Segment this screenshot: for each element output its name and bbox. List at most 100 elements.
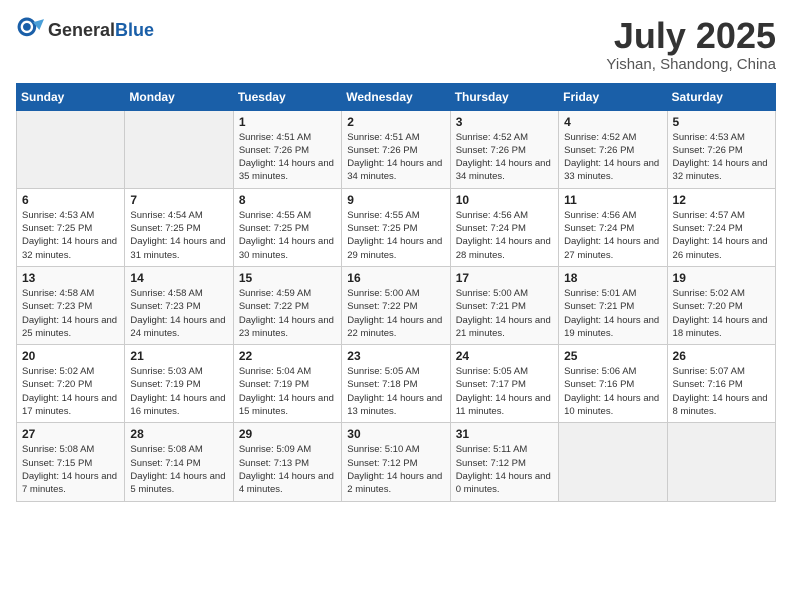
day-number: 24 [456,349,553,363]
calendar-cell: 5 Sunrise: 4:53 AMSunset: 7:26 PMDaylight… [667,110,775,188]
calendar-cell: 28Sunrise: 5:08 AMSunset: 7:14 PMDayligh… [125,423,233,501]
weekday-header: Sunday [17,83,125,110]
calendar-cell [125,110,233,188]
calendar-week-row: 1Sunrise: 4:51 AMSunset: 7:26 PMDaylight… [17,110,776,188]
location-subtitle: Yishan, Shandong, China [606,56,776,73]
title-block: July 2025 Yishan, Shandong, China [606,16,776,73]
calendar-body: 1Sunrise: 4:51 AMSunset: 7:26 PMDaylight… [17,110,776,501]
calendar-cell: 27 Sunrise: 5:08 AMSunset: 7:15 PMDayligh… [17,423,125,501]
day-detail: Sunrise: 4:57 AMSunset: 7:24 PMDaylight:… [673,209,770,262]
day-number: 18 [564,271,661,285]
calendar-cell: 20Sunrise: 5:02 AMSunset: 7:20 PMDayligh… [17,345,125,423]
day-detail: Sunrise: 4:55 AMSunset: 7:25 PMDaylight:… [347,209,444,262]
calendar-cell: 2 Sunrise: 4:51 AMSunset: 7:26 PMDaylight… [342,110,450,188]
calendar-cell [667,423,775,501]
day-detail: Sunrise: 5:01 AMSunset: 7:21 PMDaylight:… [564,287,661,340]
calendar-cell: 15 Sunrise: 4:59 AMSunset: 7:22 PMDayligh… [233,266,341,344]
calendar-cell: 30 Sunrise: 5:10 AMSunset: 7:12 PMDayligh… [342,423,450,501]
day-number: 31 [456,427,553,441]
logo: GeneralBlue [16,16,154,44]
day-detail: Sunrise: 5:02 AMSunset: 7:20 PMDaylight:… [22,365,119,418]
calendar-cell: 22Sunrise: 5:04 AMSunset: 7:19 PMDayligh… [233,345,341,423]
page-header: GeneralBlue July 2025 Yishan, Shandong, … [16,16,776,73]
calendar-cell: 21 Sunrise: 5:03 AMSunset: 7:19 PMDayligh… [125,345,233,423]
calendar-week-row: 27 Sunrise: 5:08 AMSunset: 7:15 PMDayligh… [17,423,776,501]
day-detail: Sunrise: 4:59 AMSunset: 7:22 PMDaylight:… [239,287,336,340]
weekday-row: SundayMondayTuesdayWednesdayThursdayFrid… [17,83,776,110]
month-title: July 2025 [606,16,776,56]
weekday-header: Saturday [667,83,775,110]
day-number: 12 [673,193,770,207]
day-detail: Sunrise: 5:10 AMSunset: 7:12 PMDaylight:… [347,443,444,496]
day-number: 9 [347,193,444,207]
weekday-header: Tuesday [233,83,341,110]
weekday-header: Monday [125,83,233,110]
day-detail: Sunrise: 5:11 AMSunset: 7:12 PMDaylight:… [456,443,553,496]
calendar-cell: 9 Sunrise: 4:55 AMSunset: 7:25 PMDaylight… [342,188,450,266]
day-number: 11 [564,193,661,207]
day-number: 21 [130,349,227,363]
calendar-cell: 19 Sunrise: 5:02 AMSunset: 7:20 PMDayligh… [667,266,775,344]
day-detail: Sunrise: 4:56 AMSunset: 7:24 PMDaylight:… [456,209,553,262]
day-number: 14 [130,271,227,285]
day-detail: Sunrise: 4:55 AMSunset: 7:25 PMDaylight:… [239,209,336,262]
day-detail: Sunrise: 4:58 AMSunset: 7:23 PMDaylight:… [22,287,119,340]
day-number: 26 [673,349,770,363]
day-detail: Sunrise: 5:06 AMSunset: 7:16 PMDaylight:… [564,365,661,418]
day-number: 4 [564,115,661,129]
calendar-cell [17,110,125,188]
day-number: 2 [347,115,444,129]
day-number: 25 [564,349,661,363]
calendar-table: SundayMondayTuesdayWednesdayThursdayFrid… [16,83,776,502]
calendar-cell: 14 Sunrise: 4:58 AMSunset: 7:23 PMDayligh… [125,266,233,344]
weekday-header: Friday [559,83,667,110]
calendar-cell: 26Sunrise: 5:07 AMSunset: 7:16 PMDayligh… [667,345,775,423]
logo-icon [16,16,44,44]
calendar-week-row: 6Sunrise: 4:53 AMSunset: 7:25 PMDaylight… [17,188,776,266]
day-detail: Sunrise: 5:05 AMSunset: 7:17 PMDaylight:… [456,365,553,418]
calendar-cell: 31 Sunrise: 5:11 AMSunset: 7:12 PMDayligh… [450,423,558,501]
logo-general: General [48,20,115,40]
day-detail: Sunrise: 5:08 AMSunset: 7:14 PMDaylight:… [130,443,227,496]
day-number: 27 [22,427,119,441]
calendar-cell: 1Sunrise: 4:51 AMSunset: 7:26 PMDaylight… [233,110,341,188]
day-detail: Sunrise: 4:51 AMSunset: 7:26 PMDaylight:… [239,131,336,184]
calendar-cell: 12 Sunrise: 4:57 AMSunset: 7:24 PMDayligh… [667,188,775,266]
calendar-cell: 10 Sunrise: 4:56 AMSunset: 7:24 PMDayligh… [450,188,558,266]
weekday-header: Thursday [450,83,558,110]
day-detail: Sunrise: 4:52 AMSunset: 7:26 PMDaylight:… [456,131,553,184]
day-detail: Sunrise: 4:58 AMSunset: 7:23 PMDaylight:… [130,287,227,340]
day-number: 15 [239,271,336,285]
day-detail: Sunrise: 5:00 AMSunset: 7:22 PMDaylight:… [347,287,444,340]
calendar-cell: 3 Sunrise: 4:52 AMSunset: 7:26 PMDaylight… [450,110,558,188]
calendar-cell: 4Sunrise: 4:52 AMSunset: 7:26 PMDaylight… [559,110,667,188]
day-detail: Sunrise: 4:54 AMSunset: 7:25 PMDaylight:… [130,209,227,262]
day-detail: Sunrise: 5:04 AMSunset: 7:19 PMDaylight:… [239,365,336,418]
weekday-header: Wednesday [342,83,450,110]
day-detail: Sunrise: 5:09 AMSunset: 7:13 PMDaylight:… [239,443,336,496]
calendar-cell: 13 Sunrise: 4:58 AMSunset: 7:23 PMDayligh… [17,266,125,344]
day-number: 8 [239,193,336,207]
day-number: 13 [22,271,119,285]
calendar-header: SundayMondayTuesdayWednesdayThursdayFrid… [17,83,776,110]
day-number: 5 [673,115,770,129]
day-detail: Sunrise: 4:51 AMSunset: 7:26 PMDaylight:… [347,131,444,184]
calendar-cell: 6Sunrise: 4:53 AMSunset: 7:25 PMDaylight… [17,188,125,266]
calendar-cell: 16 Sunrise: 5:00 AMSunset: 7:22 PMDayligh… [342,266,450,344]
calendar-cell: 17Sunrise: 5:00 AMSunset: 7:21 PMDayligh… [450,266,558,344]
day-number: 3 [456,115,553,129]
day-number: 19 [673,271,770,285]
day-detail: Sunrise: 5:08 AMSunset: 7:15 PMDaylight:… [22,443,119,496]
day-number: 23 [347,349,444,363]
logo-text: GeneralBlue [48,20,154,41]
day-number: 16 [347,271,444,285]
day-detail: Sunrise: 5:02 AMSunset: 7:20 PMDaylight:… [673,287,770,340]
day-number: 10 [456,193,553,207]
day-detail: Sunrise: 5:03 AMSunset: 7:19 PMDaylight:… [130,365,227,418]
calendar-cell: 18 Sunrise: 5:01 AMSunset: 7:21 PMDayligh… [559,266,667,344]
day-number: 7 [130,193,227,207]
calendar-cell: 29Sunrise: 5:09 AMSunset: 7:13 PMDayligh… [233,423,341,501]
day-detail: Sunrise: 4:53 AMSunset: 7:26 PMDaylight:… [673,131,770,184]
calendar-cell: 8 Sunrise: 4:55 AMSunset: 7:25 PMDaylight… [233,188,341,266]
day-number: 30 [347,427,444,441]
